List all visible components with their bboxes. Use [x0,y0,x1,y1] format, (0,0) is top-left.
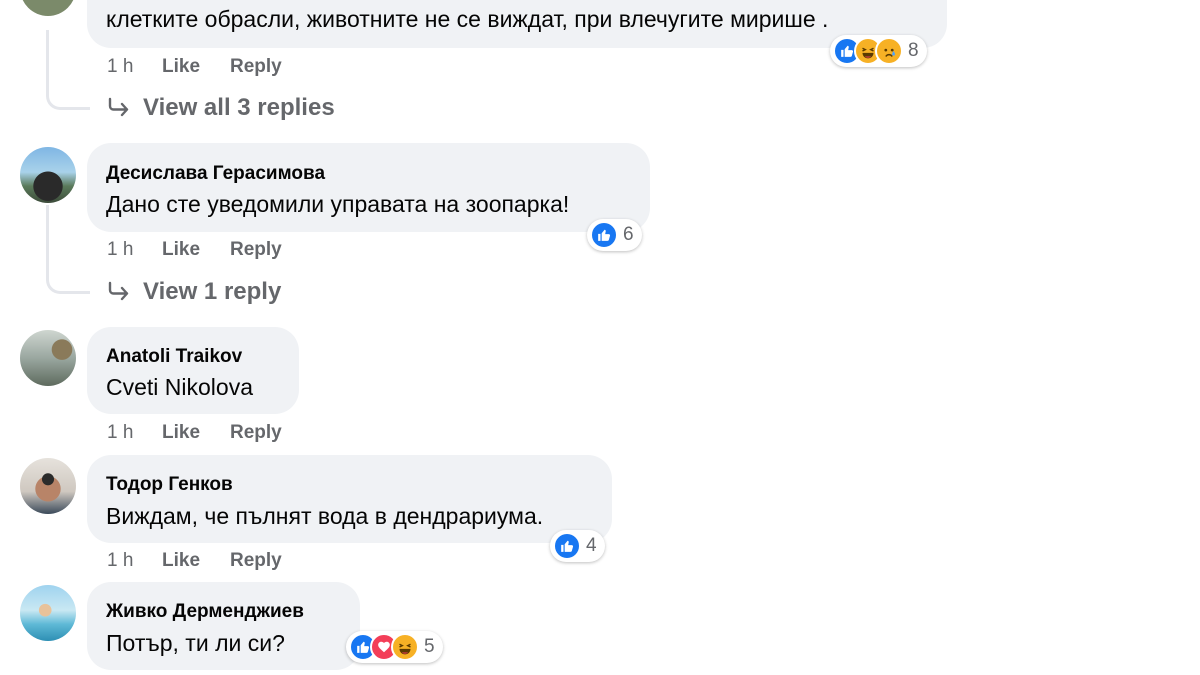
comment-timestamp[interactable]: 1 h [107,550,133,572]
like-button[interactable]: Like [162,56,200,78]
reaction-count: 6 [623,224,634,245]
comment-bubble: Живко Дерменджиев Потър, ти ли си? [87,582,360,670]
reaction-count: 8 [908,40,919,61]
reply-button[interactable]: Reply [230,239,282,261]
reply-arrow-icon [108,281,129,301]
avatar[interactable] [20,458,76,514]
comment-author[interactable]: Десислава Герасимова [106,163,325,185]
view-replies-label: View all 3 replies [143,94,335,121]
comment-text: Дано сте уведомили управата на зоопарка! [106,191,570,217]
thread-connector [46,30,90,110]
comment-text[interactable]: Cveti Nikolova [106,374,253,401]
reply-arrow-icon [108,97,129,117]
reaction-count: 5 [424,636,435,657]
comment-timestamp[interactable]: 1 h [107,239,133,261]
like-reaction-icon [590,221,618,249]
reply-button[interactable]: Reply [230,550,282,572]
comment-timestamp[interactable]: 1 h [107,56,133,78]
comment-text: клетките обрасли, животните не се виждат… [106,6,829,32]
reactions-summary[interactable]: 5 [346,631,443,663]
like-reaction-icon [553,532,581,560]
comment-bubble: Тодор Генков Виждам, че пълнят вода в де… [87,455,612,543]
avatar[interactable] [20,0,76,16]
reactions-summary[interactable]: 4 [550,530,605,562]
avatar[interactable] [20,147,76,203]
comment-timestamp[interactable]: 1 h [107,422,133,444]
view-replies-button[interactable]: View 1 reply [107,278,281,306]
like-button[interactable]: Like [162,239,200,261]
avatar[interactable] [20,330,76,386]
view-replies-label: View 1 reply [143,278,282,305]
reaction-count: 4 [586,535,597,556]
avatar[interactable] [20,585,76,641]
comment-text: Потър, ти ли си? [106,630,285,656]
comment-author[interactable]: Anatoli Traikov [106,346,242,368]
like-button[interactable]: Like [162,422,200,444]
comment-bubble: Anatoli Traikov Cveti Nikolova [87,327,299,414]
reply-button[interactable]: Reply [230,422,282,444]
like-button[interactable]: Like [162,550,200,572]
comment-text: Виждам, че пълнят вода в дендрариума. [106,503,544,529]
sad-reaction-icon [875,37,903,65]
comment-author[interactable]: Живко Дерменджиев [106,601,304,623]
thread-connector [46,205,90,294]
view-replies-button[interactable]: View all 3 replies [107,94,335,122]
comment-author[interactable]: Тодор Генков [106,474,233,496]
reply-button[interactable]: Reply [230,56,282,78]
haha-reaction-icon [391,633,419,661]
reactions-summary[interactable]: 6 [587,219,642,251]
comment-bubble: клетките обрасли, животните не се виждат… [87,0,947,48]
reactions-summary[interactable]: 8 [830,35,927,67]
comment-bubble: Десислава Герасимова Дано сте уведомили … [87,143,650,232]
